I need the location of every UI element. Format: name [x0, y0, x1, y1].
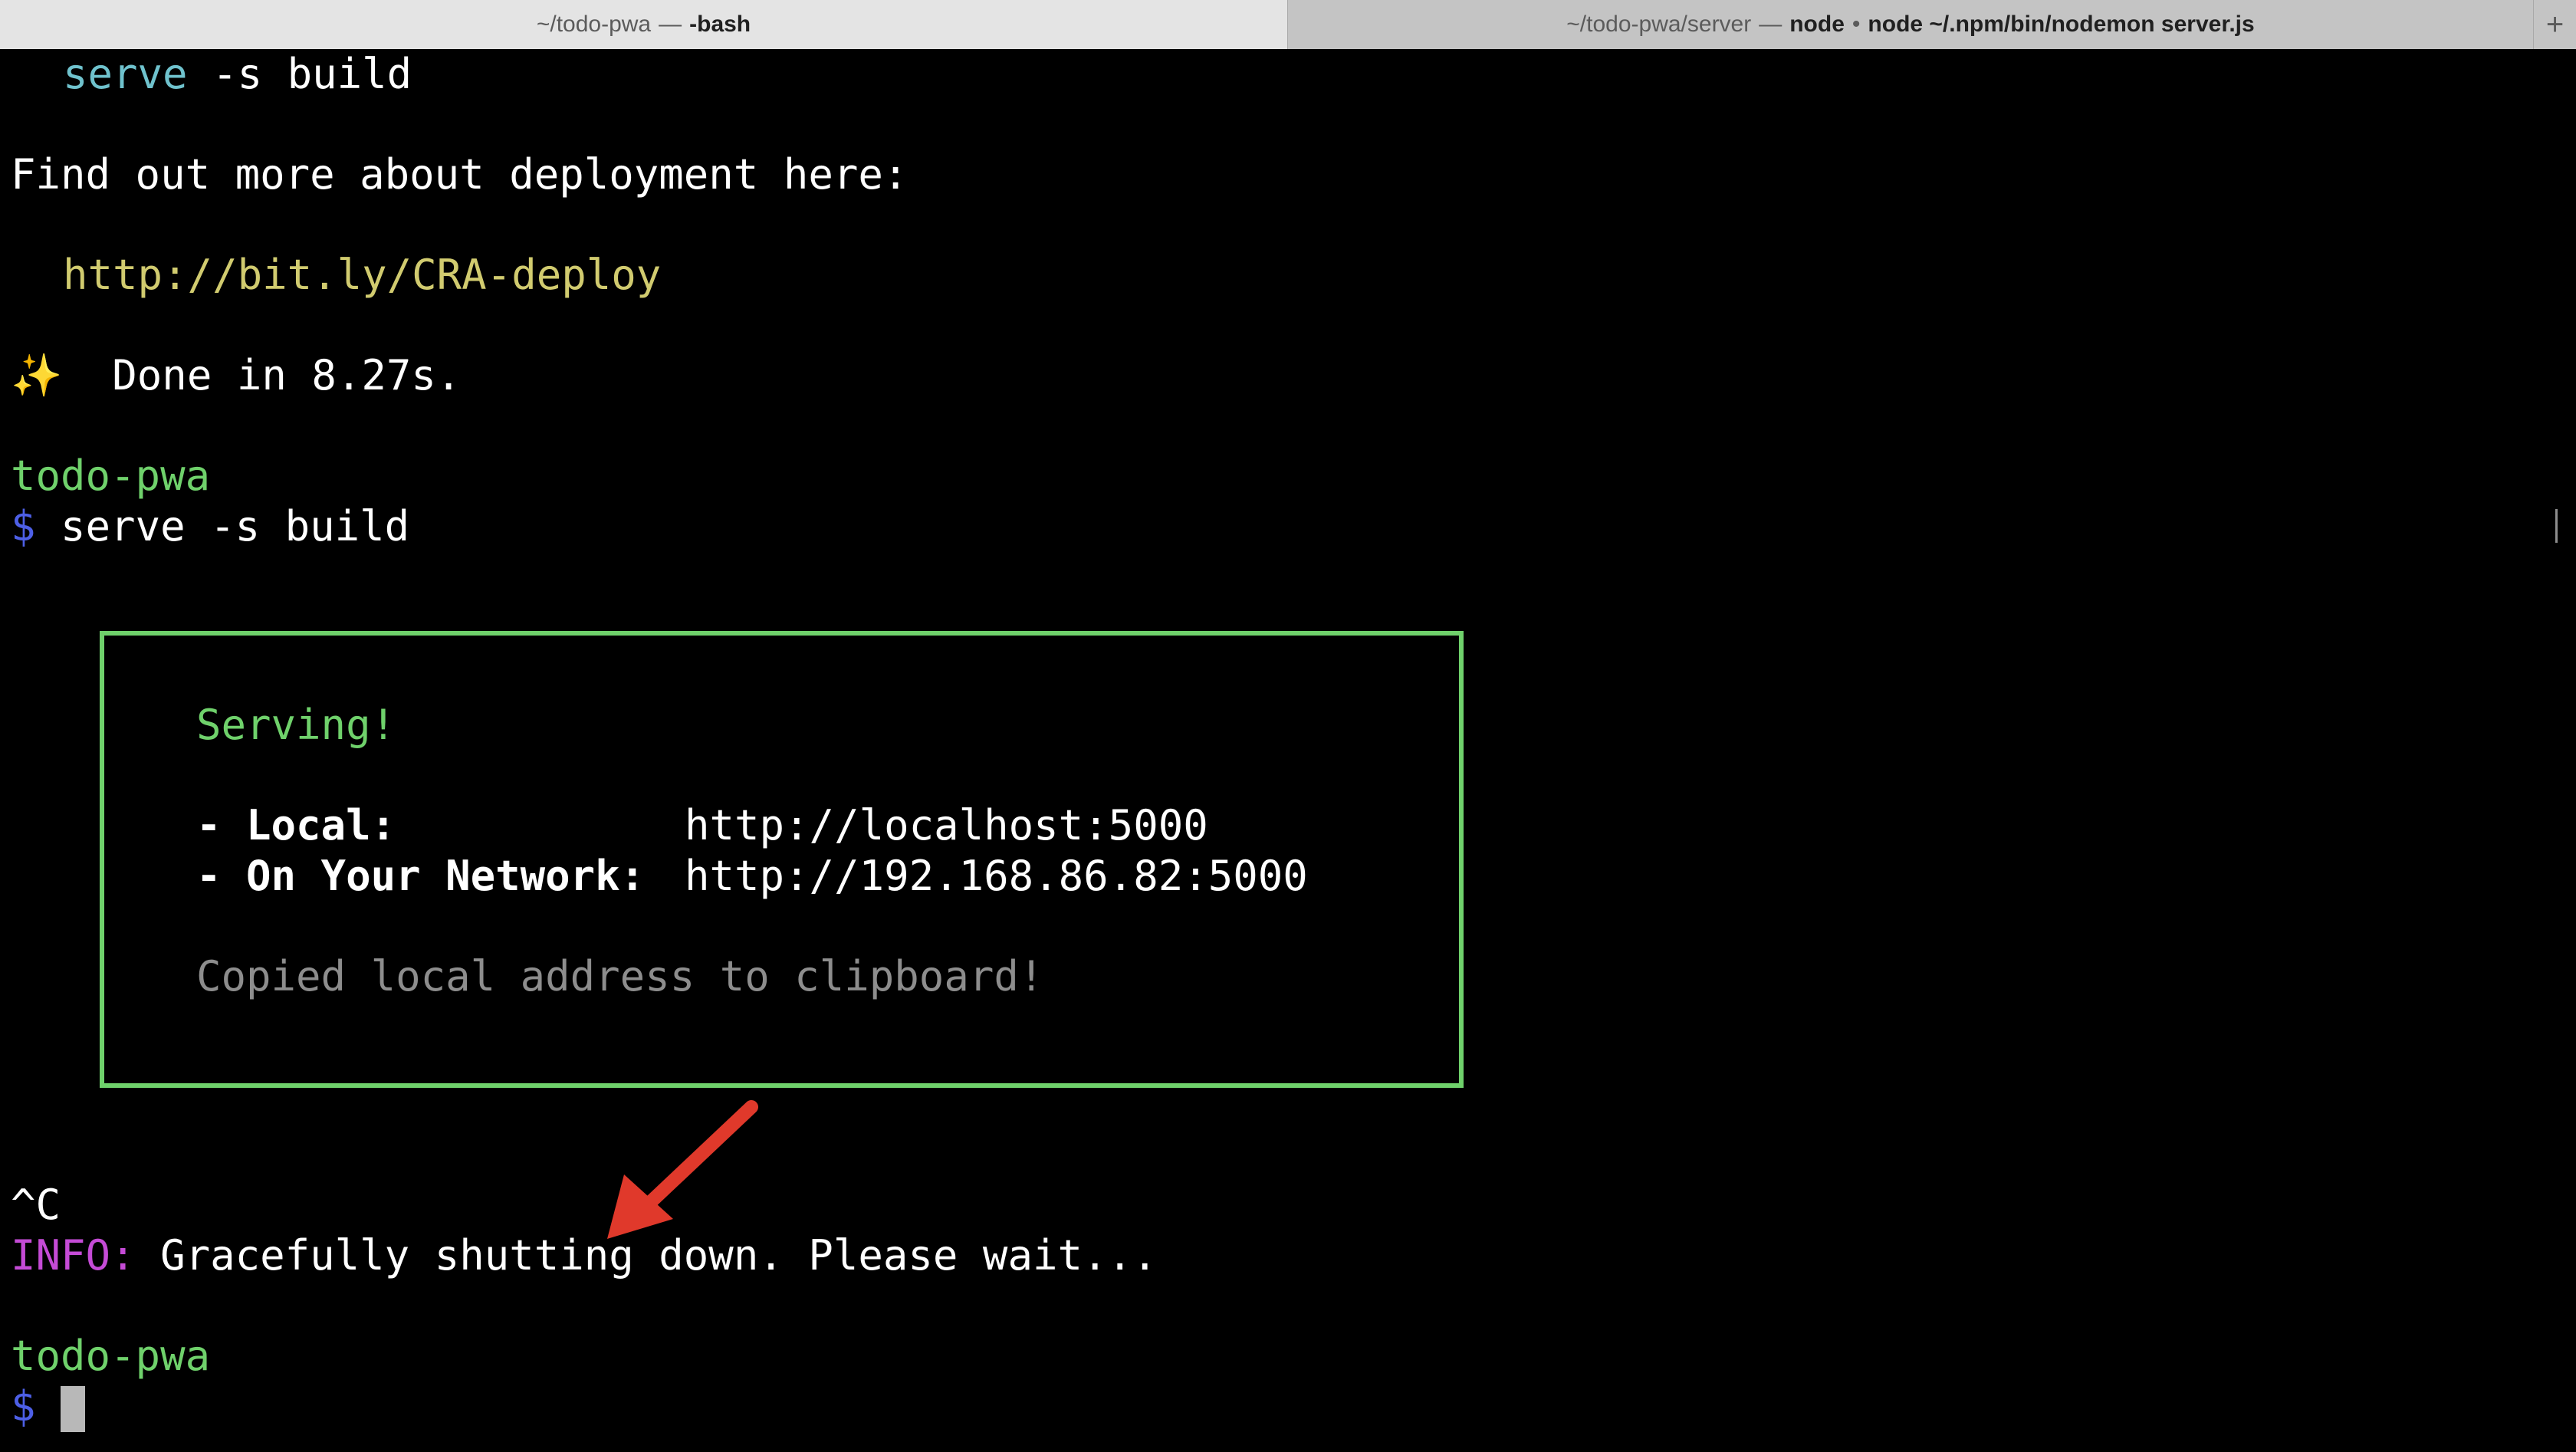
- network-row: - On Your Network: http://192.168.86.82:5…: [196, 851, 1308, 902]
- terminal-window: ~/todo-pwa — -bash ~/todo-pwa/server — n…: [0, 0, 2576, 1452]
- deploy-text-line: Find out more about deployment here:: [11, 150, 909, 199]
- prompt-dir-2: todo-pwa: [11, 1332, 211, 1380]
- tab-bash[interactable]: ~/todo-pwa — -bash: [0, 0, 1288, 49]
- local-row: - Local: http://localhost:5000: [196, 800, 1208, 851]
- serve-hint-line: serve -s build: [63, 49, 412, 100]
- serving-box: Serving! - Local: http://localhost:5000 -…: [100, 631, 1464, 1088]
- copied-text: Copied local address to clipboard!: [196, 952, 1044, 1000]
- info-label: INFO:: [11, 1231, 136, 1280]
- text-cursor: [61, 1386, 86, 1433]
- tab-bash-process: -bash: [689, 11, 751, 37]
- tab-bash-separator: —: [659, 11, 682, 37]
- done-line: ✨ Done in 8.27s.: [11, 350, 461, 401]
- terminal-output[interactable]: serve -s build Find out more about deplo…: [0, 49, 2576, 1452]
- info-text: Gracefully shutting down. Please wait...: [135, 1231, 1158, 1280]
- prompt-symbol-1: $: [11, 502, 36, 550]
- command-line-1: $ serve -s build: [11, 501, 409, 552]
- command-line-2[interactable]: $: [11, 1381, 86, 1433]
- tab-bash-path: ~/todo-pwa: [536, 11, 652, 37]
- tab-server[interactable]: ~/todo-pwa/server — node • node ~/.npm/b…: [1288, 0, 2534, 49]
- tab-server-path: ~/todo-pwa/server: [1566, 11, 1752, 37]
- scroll-marker: [2551, 509, 2558, 543]
- serve-hint-cmd: serve: [63, 50, 188, 98]
- local-url[interactable]: http://localhost:5000: [685, 801, 1208, 849]
- info-line: INFO: Gracefully shutting down. Please w…: [11, 1230, 1158, 1281]
- tab-bar: ~/todo-pwa — -bash ~/todo-pwa/server — n…: [0, 0, 2576, 49]
- tab-server-process-a: node: [1789, 11, 1845, 37]
- plus-icon: +: [2545, 7, 2564, 41]
- command-1: serve -s build: [61, 502, 410, 550]
- prompt-symbol-2: $: [11, 1382, 36, 1431]
- red-arrow-annotation: [607, 1100, 758, 1239]
- sparkle-icon: ✨: [11, 351, 63, 399]
- local-label: - Local:: [196, 801, 396, 849]
- tab-server-dot: •: [1852, 11, 1861, 37]
- network-url[interactable]: http://192.168.86.82:5000: [685, 852, 1308, 900]
- tab-server-process-b: node ~/.npm/bin/nodemon server.js: [1868, 11, 2255, 37]
- serve-hint-args: -s build: [187, 50, 412, 98]
- new-tab-button[interactable]: +: [2534, 0, 2576, 49]
- done-text: Done in 8.27s.: [112, 351, 462, 399]
- network-label: - On Your Network:: [196, 852, 646, 900]
- serving-title: Serving!: [196, 701, 396, 749]
- interrupt-line: ^C: [11, 1181, 61, 1229]
- arrow-shaft: [636, 1100, 758, 1217]
- prompt-dir-1: todo-pwa: [11, 452, 211, 500]
- tab-server-separator: —: [1759, 11, 1783, 37]
- deploy-url[interactable]: http://bit.ly/CRA-deploy: [63, 250, 661, 301]
